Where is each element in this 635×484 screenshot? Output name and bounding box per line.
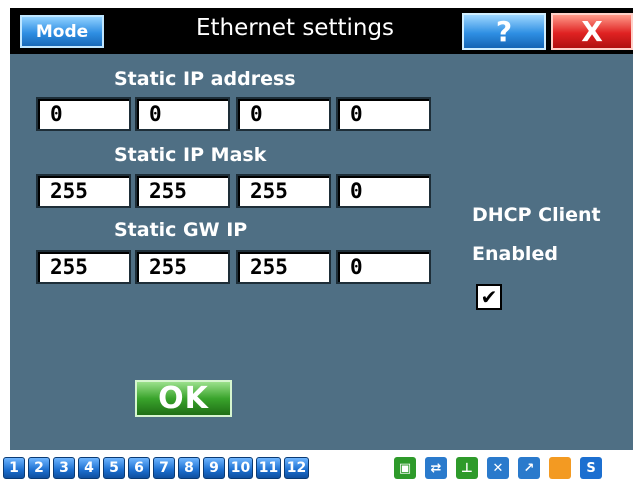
static-gw-octet-1[interactable]: 255 — [36, 250, 131, 284]
disconnect-icon[interactable]: ✕ — [487, 457, 509, 479]
check-mark-icon: ✔ — [480, 285, 498, 309]
static-mask-octet-2[interactable]: 255 — [135, 174, 230, 208]
toolbar-page-button-7[interactable]: 7 — [153, 457, 175, 479]
help-button[interactable]: ? — [462, 13, 546, 50]
mode-button[interactable]: Mode — [20, 15, 104, 48]
ethernet-settings-screen: Mode Ethernet settings ? X Static IP add… — [0, 0, 635, 484]
toolbar-page-button-6[interactable]: 6 — [128, 457, 150, 479]
static-gw-octet-4[interactable]: 0 — [336, 250, 431, 284]
static-ip-label: Static IP address — [114, 68, 296, 90]
dhcp-enabled-checkbox[interactable]: ✔ — [476, 284, 502, 310]
static-mask-octet-4[interactable]: 0 — [336, 174, 431, 208]
static-ip-octet-2[interactable]: 0 — [135, 97, 230, 131]
static-mask-octet-3[interactable]: 255 — [236, 174, 331, 208]
toolbar-page-button-11[interactable]: 11 — [256, 457, 281, 479]
toolbar-page-button-10[interactable]: 10 — [228, 457, 253, 479]
static-ip-octet-4[interactable]: 0 — [336, 97, 431, 131]
help-icon: ? — [495, 15, 513, 48]
static-mask-octet-1[interactable]: 255 — [36, 174, 131, 208]
page-title: Ethernet settings — [195, 15, 395, 41]
lock-icon[interactable]: ▣ — [394, 457, 416, 479]
toolbar-page-button-3[interactable]: 3 — [53, 457, 75, 479]
static-gw-octet-2[interactable]: 255 — [135, 250, 230, 284]
toolbar-page-button-1[interactable]: 1 — [3, 457, 25, 479]
thermometer-icon[interactable]: ⊥ — [456, 457, 478, 479]
toolbar-page-button-2[interactable]: 2 — [28, 457, 50, 479]
static-ip-octet-1[interactable]: 0 — [36, 97, 131, 131]
static-ip-octet-3[interactable]: 0 — [236, 97, 331, 131]
toolbar-page-button-12[interactable]: 12 — [284, 457, 309, 479]
ok-button[interactable]: OK — [135, 380, 232, 417]
close-button[interactable]: X — [551, 13, 633, 50]
toolbar-page-button-8[interactable]: 8 — [178, 457, 200, 479]
toolbar-page-button-4[interactable]: 4 — [78, 457, 100, 479]
dhcp-client-label: DHCP Client — [472, 204, 601, 226]
network-icon[interactable]: ⇄ — [425, 457, 447, 479]
static-mask-label: Static IP Mask — [114, 144, 267, 166]
static-gw-label: Static GW IP — [114, 219, 248, 241]
s-icon[interactable]: S — [580, 457, 602, 479]
orange-square-icon[interactable] — [549, 457, 571, 479]
close-icon: X — [581, 15, 603, 48]
toolbar-page-button-9[interactable]: 9 — [203, 457, 225, 479]
chart-icon[interactable]: ↗ — [518, 457, 540, 479]
static-gw-octet-3[interactable]: 255 — [236, 250, 331, 284]
dhcp-enabled-label: Enabled — [472, 243, 558, 265]
toolbar-page-button-5[interactable]: 5 — [103, 457, 125, 479]
